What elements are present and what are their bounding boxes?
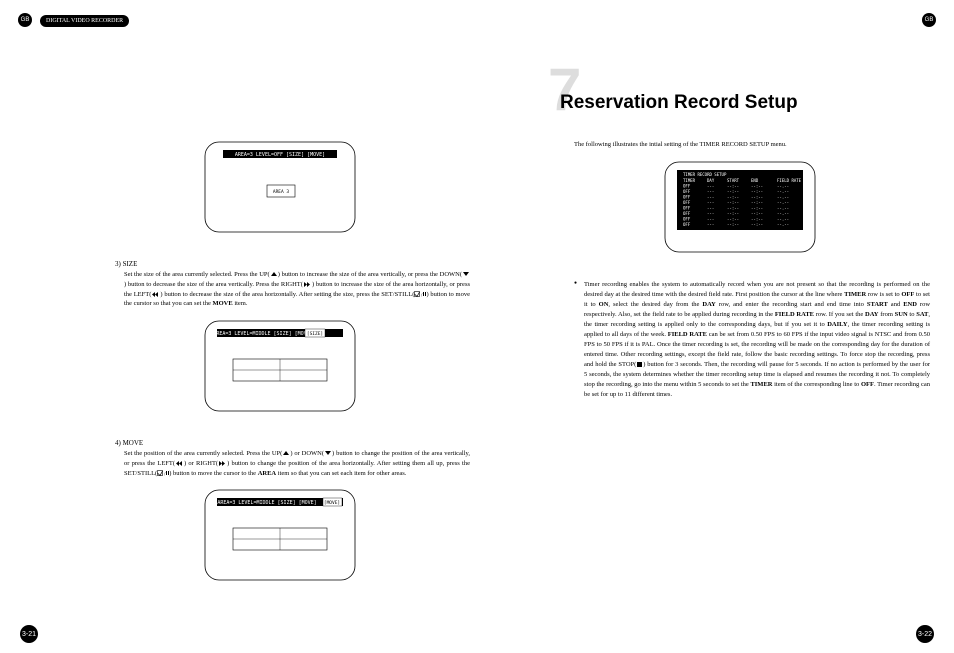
up-icon bbox=[270, 271, 278, 278]
section-size-body: Set the size of the area currently selec… bbox=[124, 270, 470, 309]
svg-text:END: END bbox=[751, 178, 759, 183]
svg-text:---: --- bbox=[707, 205, 714, 210]
left-icon bbox=[175, 460, 184, 467]
down-icon bbox=[462, 271, 470, 278]
svg-text:--:--: --:-- bbox=[727, 183, 739, 188]
svg-text:--:--: --:-- bbox=[727, 205, 739, 210]
svg-text:AREA=3 LEVEL=OFF [SIZE] [MOVE]: AREA=3 LEVEL=OFF [SIZE] [MOVE] bbox=[235, 152, 325, 158]
svg-text:[MOVE]: [MOVE] bbox=[324, 500, 340, 506]
svg-text:--:--: --:-- bbox=[727, 200, 739, 205]
svg-text:OFF: OFF bbox=[683, 205, 691, 210]
svg-text:--.--: --.-- bbox=[777, 194, 789, 199]
svg-text:--:--: --:-- bbox=[751, 211, 763, 216]
svg-text:TIMER: TIMER bbox=[683, 178, 696, 183]
svg-text:---: --- bbox=[707, 211, 714, 216]
bullet-timer-recording: Timer recording enables the system to au… bbox=[574, 280, 930, 401]
svg-text:AREA=3 LEVEL=MIDDLE [SIZE] [MO: AREA=3 LEVEL=MIDDLE [SIZE] [MOVE] bbox=[217, 500, 316, 506]
svg-text:--.--: --.-- bbox=[777, 200, 789, 205]
svg-text:/: / bbox=[421, 293, 423, 298]
svg-text:--.--: --.-- bbox=[777, 205, 789, 210]
screen-illustration-3: AREA=3 LEVEL=MIDDLE [SIZE] [MOVE] [MOVE] bbox=[195, 488, 365, 588]
svg-text:---: --- bbox=[707, 200, 714, 205]
svg-text:START: START bbox=[727, 178, 740, 183]
svg-text:DAY: DAY bbox=[707, 178, 715, 183]
right-intro: The following illustrates the intial set… bbox=[574, 140, 930, 150]
svg-text:--:--: --:-- bbox=[751, 189, 763, 194]
svg-text:---: --- bbox=[707, 189, 714, 194]
svg-text:--.--: --.-- bbox=[777, 183, 789, 188]
svg-text:--.--: --.-- bbox=[777, 211, 789, 216]
section-size-title: 3) SIZE bbox=[115, 260, 470, 268]
svg-text:--:--: --:-- bbox=[751, 205, 763, 210]
svg-text:--:--: --:-- bbox=[751, 194, 763, 199]
svg-text:---: --- bbox=[707, 194, 714, 199]
right-icon bbox=[303, 281, 312, 288]
page-number-right: 3-22 bbox=[916, 625, 934, 643]
svg-text:--:--: --:-- bbox=[751, 200, 763, 205]
svg-text:AREA 3: AREA 3 bbox=[273, 189, 290, 195]
screen-illustration-1: AREA=3 LEVEL=OFF [SIZE] [MOVE] AREA 3 bbox=[195, 140, 365, 240]
svg-text:--:--: --:-- bbox=[751, 183, 763, 188]
left-column: AREA=3 LEVEL=OFF [SIZE] [MOVE] AREA 3 3)… bbox=[90, 130, 470, 608]
svg-text:--:--: --:-- bbox=[751, 222, 763, 227]
svg-text:--.--: --.-- bbox=[777, 189, 789, 194]
svg-text:OFF: OFF bbox=[683, 183, 691, 188]
right-icon bbox=[218, 460, 227, 467]
svg-text:FIELD RATE: FIELD RATE bbox=[777, 178, 802, 183]
svg-text:---: --- bbox=[707, 222, 714, 227]
set-still-icon: / bbox=[414, 291, 426, 298]
svg-text:--.--: --.-- bbox=[777, 222, 789, 227]
right-column: The following illustrates the intial set… bbox=[550, 140, 930, 401]
svg-text:--:--: --:-- bbox=[727, 216, 739, 221]
svg-text:OFF: OFF bbox=[683, 211, 691, 216]
svg-text:[SIZE]: [SIZE] bbox=[307, 331, 323, 337]
svg-text:--:--: --:-- bbox=[727, 211, 739, 216]
svg-text:---: --- bbox=[707, 183, 714, 188]
svg-text:OFF: OFF bbox=[683, 222, 691, 227]
page-number-left: 3-21 bbox=[20, 625, 38, 643]
svg-text:--:--: --:-- bbox=[727, 222, 739, 227]
svg-text:--.--: --.-- bbox=[777, 216, 789, 221]
svg-text:/: / bbox=[164, 472, 166, 477]
svg-text:AREA=3 LEVEL=MIDDLE [SIZE] [MO: AREA=3 LEVEL=MIDDLE [SIZE] [MOVE] bbox=[213, 331, 312, 337]
timer-setup-screen: TIMER RECORD SETUPTIMER DAY START END FIELD … bbox=[655, 160, 825, 260]
set-still-icon: / bbox=[157, 470, 169, 477]
gb-badge-left: GB bbox=[18, 13, 32, 27]
svg-text:--:--: --:-- bbox=[751, 216, 763, 221]
section-move-body: Set the position of the area currently s… bbox=[124, 449, 470, 478]
header-title: DIGITAL VIDEO RECORDER bbox=[40, 15, 129, 27]
svg-text:OFF: OFF bbox=[683, 200, 691, 205]
svg-text:OFF: OFF bbox=[683, 216, 691, 221]
svg-text:--:--: --:-- bbox=[727, 189, 739, 194]
svg-text:OFF: OFF bbox=[683, 194, 691, 199]
section-move-title: 4) MOVE bbox=[115, 439, 470, 447]
screen-illustration-2: AREA=3 LEVEL=MIDDLE [SIZE] [MOVE] [SIZE] bbox=[195, 319, 365, 419]
svg-text:TIMER RECORD SETUP: TIMER RECORD SETUP bbox=[683, 172, 727, 177]
down-icon bbox=[324, 450, 332, 457]
svg-text:--:--: --:-- bbox=[727, 194, 739, 199]
svg-text:OFF: OFF bbox=[683, 189, 691, 194]
gb-badge-right: GB bbox=[922, 13, 936, 27]
chapter-title: Reservation Record Setup bbox=[560, 92, 798, 114]
svg-text:---: --- bbox=[707, 216, 714, 221]
